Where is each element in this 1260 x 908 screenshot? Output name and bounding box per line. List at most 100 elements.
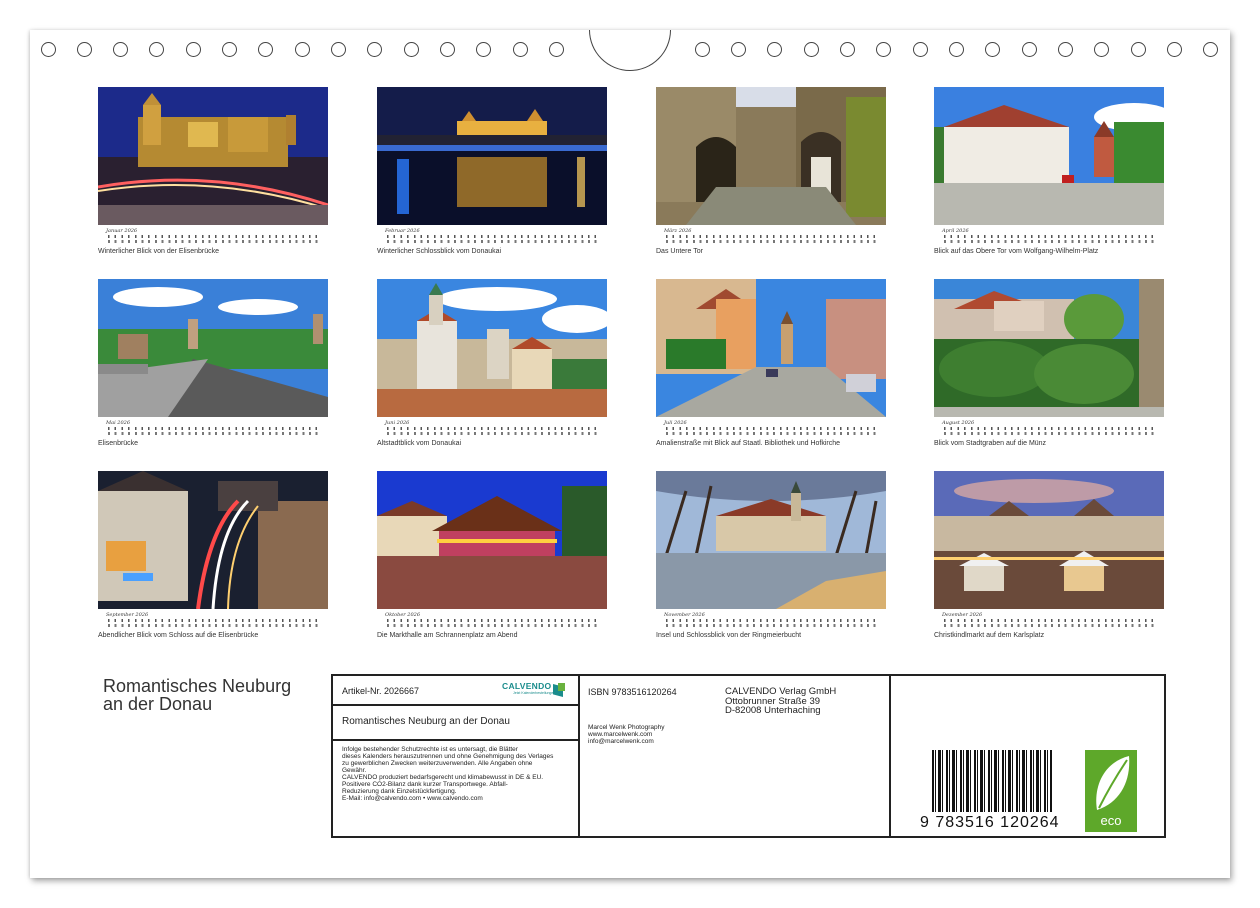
binding-hole (1167, 42, 1182, 57)
photographer-name: Marcel Wenk Photography (588, 724, 665, 731)
month-photo (656, 279, 886, 417)
month-cell: Mai 2026 Elisenbrücke (98, 279, 328, 447)
month-cell: März 2026 Das Untere Tor (656, 87, 886, 255)
month-name: Mai 2026 (106, 420, 131, 426)
binding-hole (913, 42, 928, 57)
binding-hole (77, 42, 92, 57)
binding-hole (695, 42, 710, 57)
legal-line: E-Mail: info@calvendo.com • www.calvendo… (342, 795, 483, 802)
month-name: Februar 2026 (385, 228, 420, 234)
binding-hole (840, 42, 855, 57)
month-caption: Christkindlmarkt auf dem Karlsplatz (934, 632, 1045, 639)
day-strip (108, 427, 318, 436)
publisher: CALVENDO Verlag GmbH Ottobrunner Straße … (725, 687, 836, 716)
divider (333, 704, 578, 706)
info-box: Artikel-Nr. 2026667 CALVENDO Jetzt Kalen… (331, 674, 1166, 838)
month-name: April 2026 (942, 228, 969, 234)
binding-hole (331, 42, 346, 57)
month-photo (656, 87, 886, 225)
month-caption: Abendlicher Blick vom Schloss auf die El… (98, 632, 259, 639)
calvendo-logo: CALVENDO Jetzt Kalenderbestellungen (502, 681, 566, 699)
binding-hole (295, 42, 310, 57)
day-strip (387, 427, 597, 436)
photographer-email: info@marcelwenk.com (588, 738, 654, 745)
binding-hole (404, 42, 419, 57)
binding-hole (876, 42, 891, 57)
day-strip (387, 235, 597, 244)
binding-hole (949, 42, 964, 57)
binding-hole (804, 42, 819, 57)
month-photo (377, 279, 607, 417)
binding-hole (258, 42, 273, 57)
barcode-bars (932, 750, 1052, 812)
month-cell: Oktober 2026 Die Markthalle am Schrannenp… (377, 471, 607, 639)
month-cell: Februar 2026 Winterlicher Schlossblick vo… (377, 87, 607, 255)
divider (889, 676, 891, 836)
article-number: Artikel-Nr. 2026667 (342, 686, 420, 696)
day-strip (387, 619, 597, 628)
month-name: Dezember 2026 (942, 612, 983, 618)
legal-line: Infolge bestehender Schutzrechte ist es … (342, 746, 518, 753)
month-caption: Insel und Schlossblick von der Ringmeier… (656, 632, 802, 639)
month-caption: Winterlicher Blick von der Elisenbrücke (98, 248, 219, 255)
day-strip (944, 235, 1154, 244)
calendar-title: Romantisches Neuburg an der Donau (103, 677, 291, 713)
month-photo (98, 279, 328, 417)
barcode-digits: 9 783516 120264 (920, 814, 1060, 831)
month-caption: Das Untere Tor (656, 248, 703, 255)
binding-hole (367, 42, 382, 57)
day-strip (666, 235, 876, 244)
binding-hole (767, 42, 782, 57)
month-cell: Dezember 2026 Christkindlmarkt auf dem Ka… (934, 471, 1164, 639)
month-caption: Elisenbrücke (98, 440, 139, 447)
month-name: Juli 2026 (664, 420, 687, 426)
month-caption: Blick vom Stadtgraben auf die Münz (934, 440, 1047, 447)
binding-hole (113, 42, 128, 57)
month-caption: Winterlicher Schlossblick vom Donaukai (377, 248, 502, 255)
binding-hole (549, 42, 564, 57)
publisher-city: D-82008 Unterhaching (725, 705, 821, 716)
binding-hole (41, 42, 56, 57)
legal-line: Reduzierung dank Einzelstückfertigung. (342, 788, 457, 795)
legal-line: CALVENDO produziert bedarfsgerecht und k… (342, 774, 544, 781)
month-name: März 2026 (664, 228, 692, 234)
month-caption: Blick auf das Obere Tor vom Wolfgang-Wil… (934, 248, 1099, 255)
month-caption: Altstadtblick vom Donaukai (377, 440, 462, 447)
month-photo (656, 471, 886, 609)
binding-hole (476, 42, 491, 57)
binding-hole (731, 42, 746, 57)
day-strip (108, 235, 318, 244)
logo-text: CALVENDO (502, 681, 552, 691)
legal-text: Infolge bestehender Schutzrechte ist es … (342, 746, 553, 802)
day-strip (944, 619, 1154, 628)
month-cell: Juni 2026 Altstadtblick vom Donaukai (377, 279, 607, 447)
eco-label: eco (1100, 813, 1122, 828)
month-caption: Amalienstraße mit Blick auf Staatl. Bibl… (656, 440, 841, 447)
month-photo (934, 471, 1164, 609)
legal-line: Positivere CO2-Bilanz dank kurzer Transp… (342, 781, 508, 788)
legal-line: Gewähr. (342, 767, 367, 774)
month-photo (98, 471, 328, 609)
logo-subtext: Jetzt Kalenderbestellungen (513, 691, 556, 695)
binding-hole (1094, 42, 1109, 57)
binding-hole (222, 42, 237, 57)
binding-hole (1203, 42, 1218, 57)
month-name: September 2026 (106, 612, 149, 618)
month-photo (934, 279, 1164, 417)
logo-square-icon (558, 683, 565, 691)
binding-hole (1058, 42, 1073, 57)
binding-hole (186, 42, 201, 57)
month-cell: Juli 2026 Amalienstraße mit Blick auf Sta… (656, 279, 886, 447)
binding-hole (985, 42, 1000, 57)
month-name: Januar 2026 (106, 228, 138, 234)
divider (333, 739, 578, 741)
month-cell: November 2026 Insel und Schlossblick von … (656, 471, 886, 639)
day-strip (108, 619, 318, 628)
month-cell: April 2026 Blick auf das Obere Tor vom Wo… (934, 87, 1164, 255)
day-strip (666, 619, 876, 628)
month-photo (377, 471, 607, 609)
title-line-2: an der Donau (103, 694, 213, 714)
binding-hole (1131, 42, 1146, 57)
binding-hole (1022, 42, 1037, 57)
binding-hole (149, 42, 164, 57)
